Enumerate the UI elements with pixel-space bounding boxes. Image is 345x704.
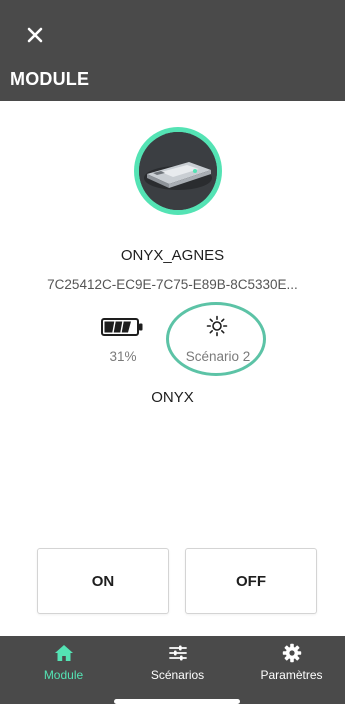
- nav-label-parametres: Paramètres: [260, 668, 323, 682]
- close-icon: [27, 27, 43, 43]
- sliders-icon: [168, 645, 187, 661]
- device-name: ONYX_AGNES: [120, 247, 225, 264]
- page-title: MODULE: [10, 69, 90, 89]
- gear-icon: [282, 643, 301, 663]
- nav-label-scenarios: Scénarios: [150, 668, 205, 682]
- off-button[interactable]: OFF: [185, 548, 317, 614]
- sun-icon: [205, 314, 229, 338]
- on-button[interactable]: ON: [37, 548, 169, 614]
- battery-icon: [101, 318, 145, 336]
- battery-value: 31%: [109, 349, 137, 364]
- scenario-label: Scénario 2: [185, 349, 251, 364]
- home-icon: [54, 645, 73, 661]
- device-id: 7C25412C-EC9E-7C75-E89B-8C5330E...: [47, 277, 298, 292]
- nav-label-module: Module: [43, 668, 84, 682]
- device-type: ONYX: [151, 389, 194, 406]
- close-button[interactable]: [24, 24, 46, 46]
- module-device-image: [139, 132, 217, 210]
- nav-item-module[interactable]: Module: [6, 636, 121, 696]
- app-header: MODULE: [0, 0, 345, 101]
- bottom-nav: Module Scénarios Paramètres: [0, 636, 345, 704]
- device-avatar: [134, 127, 222, 215]
- home-indicator: [114, 699, 240, 704]
- nav-item-scenarios[interactable]: Scénarios: [120, 636, 235, 696]
- nav-item-parametres[interactable]: Paramètres: [234, 636, 345, 696]
